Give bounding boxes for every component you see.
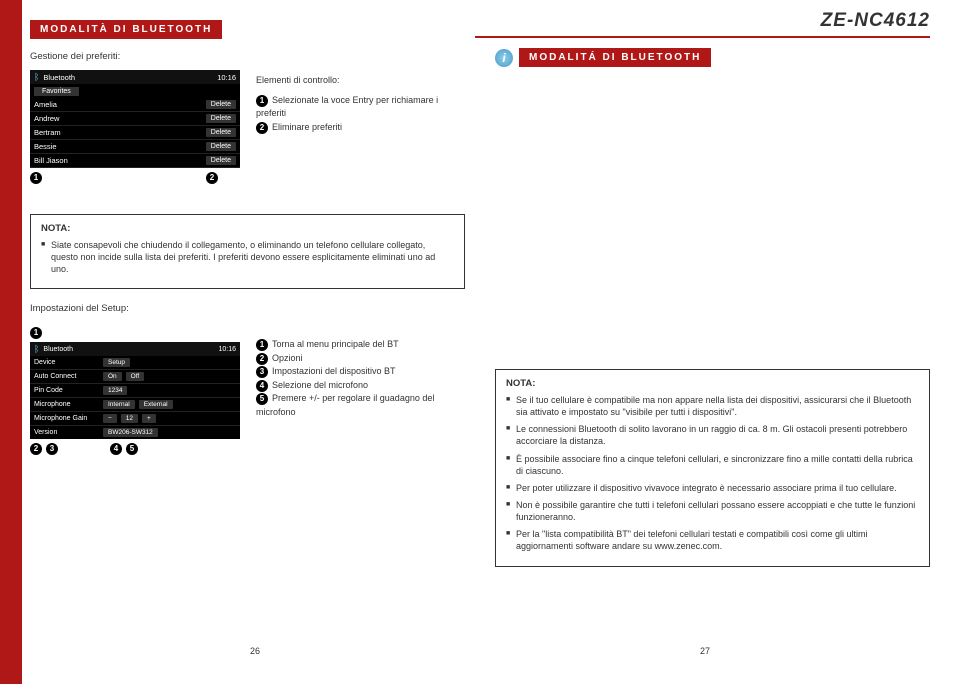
left-note-list: Siate consapevoli che chiudendo il colle… — [41, 239, 454, 275]
off-button[interactable]: Off — [126, 372, 145, 381]
page: ZE-NC4612 MODALITÀ DI BLUETOOTH Gestione… — [0, 0, 960, 684]
right-column: i MODALITÁ DI BLUETOOTH NOTA: Se il tuo … — [495, 20, 930, 664]
ctrl-1: Selezionate la voce Entry per richiamare… — [256, 95, 438, 119]
left-note: NOTA: Siate consapevoli che chiudendo il… — [30, 214, 465, 289]
right-section-title: MODALITÁ DI BLUETOOTH — [519, 48, 711, 67]
internal-button[interactable]: Internal — [103, 400, 135, 409]
setup-subhead: Impostazioni del Setup: — [30, 303, 465, 314]
left-column: MODALITÀ DI BLUETOOTH Gestione dei prefe… — [30, 20, 465, 664]
row-device: Device — [34, 359, 99, 366]
fav-tab: Favorites — [34, 87, 79, 96]
left-section-title: MODALITÀ DI BLUETOOTH — [30, 20, 222, 39]
pagenum-left: 26 — [250, 646, 260, 656]
favorites-area: ᛒ Bluetooth 10:16 Favorites AmeliaDelete… — [30, 70, 240, 184]
fav-row-name[interactable]: Andrew — [34, 114, 206, 123]
sctrl-3: Impostazioni del dispositivo BT — [272, 366, 396, 376]
on-button[interactable]: On — [103, 372, 122, 381]
setup-time: 10:16 — [218, 346, 236, 353]
controls-heading: Elementi di controllo: — [256, 74, 465, 88]
fav-row-name[interactable]: Bertram — [34, 128, 206, 137]
gain-value: 12 — [121, 414, 138, 423]
fav-markers: 1 2 — [30, 172, 240, 184]
marker-1: 1 — [30, 172, 42, 184]
content: MODALITÀ DI BLUETOOTH Gestione dei prefe… — [30, 20, 930, 664]
row-version: Version — [34, 429, 99, 436]
sctrl-4: Selezione del microfono — [272, 380, 368, 390]
external-button[interactable]: External — [139, 400, 173, 409]
marker-4: 4 — [110, 443, 122, 455]
marker-1: 1 — [30, 327, 42, 339]
row-microphone: Microphone — [34, 401, 99, 408]
fav-row-name[interactable]: Bessie — [34, 142, 206, 151]
note-item: Per poter utilizzare il dispositivo viva… — [506, 482, 919, 494]
marker-2: 2 — [30, 443, 42, 455]
minus-button[interactable]: − — [103, 414, 117, 423]
info-icon: i — [495, 49, 513, 67]
note-item: Le connessioni Bluetooth di solito lavor… — [506, 423, 919, 447]
fav-row-name[interactable]: Bill Jiason — [34, 156, 206, 165]
note-item: Se il tuo cellulare è compatibile ma non… — [506, 394, 919, 418]
delete-button[interactable]: Delete — [206, 114, 236, 123]
marker-2: 2 — [206, 172, 218, 184]
row-pincode: Pin Code — [34, 387, 99, 394]
delete-button[interactable]: Delete — [206, 128, 236, 137]
right-note: NOTA: Se il tuo cellulare è compatibile … — [495, 369, 930, 567]
setup-screenshot: ᛒ Bluetooth 10:16 DeviceSetup Auto Conne… — [30, 342, 240, 439]
fav-row-name[interactable]: Amelia — [34, 100, 206, 109]
sctrl-1: Torna al menu principale del BT — [272, 339, 399, 349]
fav-title: Bluetooth — [39, 73, 217, 82]
note-title: NOTA: — [41, 223, 454, 234]
red-strip — [0, 0, 22, 684]
delete-button[interactable]: Delete — [206, 142, 236, 151]
setup-title: Bluetooth — [39, 346, 218, 353]
setup-area: 1 ᛒ Bluetooth 10:16 DeviceSetup Auto Con… — [30, 322, 240, 455]
right-note-list: Se il tuo cellulare è compatibile ma non… — [506, 394, 919, 553]
pagenum-right: 27 — [700, 646, 710, 656]
favorites-subhead: Gestione dei preferiti: — [30, 51, 465, 62]
ctrl-2: Eliminare preferiti — [272, 122, 342, 132]
plus-button[interactable]: + — [142, 414, 156, 423]
note-item: È possibile associare fino a cinque tele… — [506, 453, 919, 477]
delete-button[interactable]: Delete — [206, 100, 236, 109]
fav-time: 10:16 — [217, 73, 236, 82]
sctrl-5: Premere +/- per regolare il guadagno del… — [256, 393, 434, 417]
marker-5: 5 — [126, 443, 138, 455]
row-autoconnect: Auto Connect — [34, 373, 99, 380]
favorites-screenshot: ᛒ Bluetooth 10:16 Favorites AmeliaDelete… — [30, 70, 240, 168]
version-value: BW206-SW312 — [103, 428, 158, 437]
sctrl-2: Opzioni — [272, 353, 303, 363]
note-item: Siate consapevoli che chiudendo il colle… — [41, 239, 454, 275]
setup-tab[interactable]: Setup — [103, 358, 130, 367]
row-micgain: Microphone Gain — [34, 415, 99, 422]
fav-controls: Elementi di controllo: 1Selezionate la v… — [256, 70, 465, 184]
note-item: Per la "lista compatibilità BT" dei tele… — [506, 528, 919, 552]
setup-controls: 1Torna al menu principale del BT 2Opzion… — [256, 322, 465, 455]
pincode-value[interactable]: 1234 — [103, 386, 127, 395]
note-item: Non è possibile garantire che tutti i te… — [506, 499, 919, 523]
note-title: NOTA: — [506, 378, 919, 389]
marker-3: 3 — [46, 443, 58, 455]
delete-button[interactable]: Delete — [206, 156, 236, 165]
